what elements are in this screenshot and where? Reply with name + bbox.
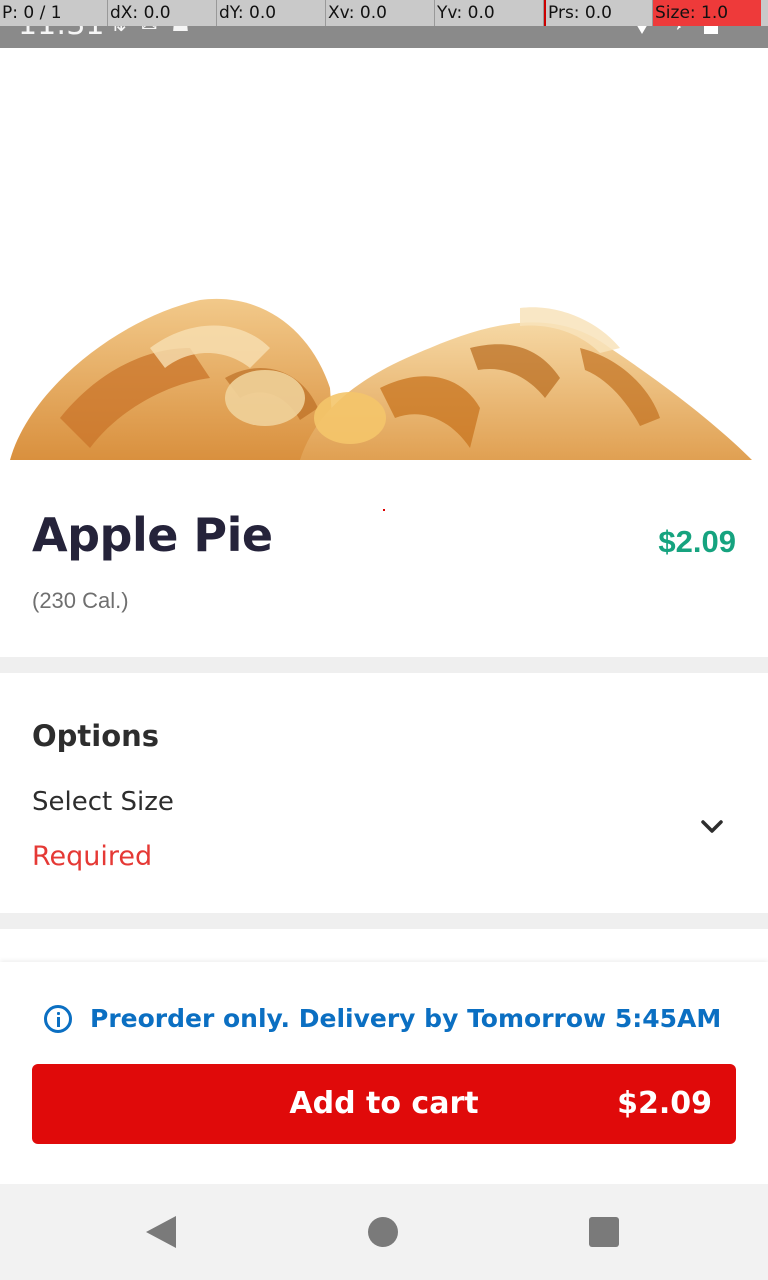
chevron-down-icon[interactable] xyxy=(700,819,724,835)
info-icon xyxy=(44,1004,72,1033)
options-section: Options Select Size Required xyxy=(0,673,768,913)
pointer-size: Size: 1.0 xyxy=(653,0,761,26)
select-size-label: Select Size xyxy=(32,787,174,817)
recents-icon[interactable] xyxy=(589,1217,619,1247)
pointer-location-overlay: P: 0 / 1 dX: 0.0 dY: 0.0 Xv: 0.0 Yv: 0.0… xyxy=(0,0,768,26)
pointer-pressure: Prs: 0.0 xyxy=(544,0,653,26)
pointer-dy: dY: 0.0 xyxy=(217,0,326,26)
home-icon[interactable] xyxy=(368,1217,398,1247)
add-to-cart-button[interactable]: Add to cart $2.09 xyxy=(32,1064,736,1144)
product-header: Apple Pie $2.09 (230 Cal.) xyxy=(0,460,768,657)
product-calories: (230 Cal.) xyxy=(32,588,129,613)
section-divider xyxy=(0,657,768,673)
section-divider xyxy=(0,913,768,929)
preorder-notice: Preorder only. Delivery by Tomorrow 5:45… xyxy=(44,1004,721,1033)
spacer xyxy=(0,929,768,963)
product-price: $2.09 xyxy=(658,524,736,559)
product-image xyxy=(0,48,768,460)
add-to-cart-price: $2.09 xyxy=(617,1086,712,1121)
back-icon[interactable] xyxy=(146,1216,176,1248)
preorder-notice-text: Preorder only. Delivery by Tomorrow 5:45… xyxy=(90,1004,722,1033)
system-nav-bar xyxy=(0,1184,768,1280)
product-name: Apple Pie xyxy=(32,508,273,562)
touch-marker xyxy=(383,509,385,511)
pointer-xv: Xv: 0.0 xyxy=(326,0,435,26)
required-label: Required xyxy=(32,841,153,872)
checkout-panel: Preorder only. Delivery by Tomorrow 5:45… xyxy=(0,962,768,1184)
pointer-count: P: 0 / 1 xyxy=(0,0,108,26)
select-size-dropdown[interactable]: Select Size Required xyxy=(0,773,768,883)
apple-pie-photo xyxy=(10,298,752,460)
pointer-yv: Yv: 0.0 xyxy=(435,0,544,26)
options-title: Options xyxy=(32,719,160,753)
pointer-dx: dX: 0.0 xyxy=(108,0,217,26)
